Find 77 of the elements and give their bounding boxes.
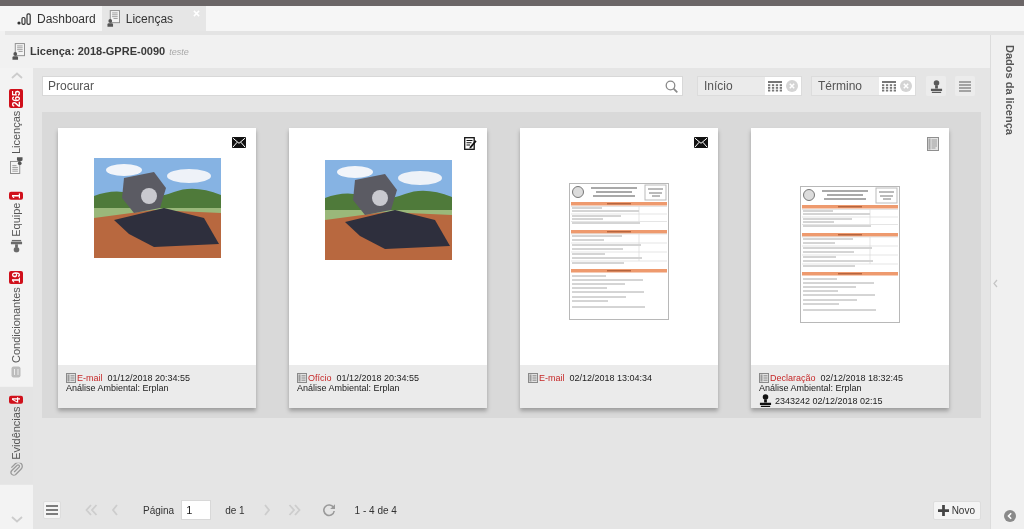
search-field[interactable]: Procurar — [42, 76, 683, 96]
document-card[interactable]: Ofício 01/12/2018 20:34:55 Análise Ambiental: Erplan — [289, 128, 487, 408]
certificate-icon — [10, 157, 23, 175]
panel-title[interactable]: Dados da licença — [1001, 45, 1018, 135]
bar-chart-icon — [17, 12, 31, 25]
double-chevron-left-icon — [84, 503, 98, 517]
menu-button[interactable] — [43, 501, 61, 519]
document-icon — [297, 373, 307, 383]
refresh-icon[interactable] — [321, 503, 336, 517]
page-title: Licença: 2018-GPRE-0090 — [30, 44, 166, 60]
page-count: de 1 — [225, 503, 245, 518]
chevron-right-icon — [262, 503, 271, 517]
calendar-icon — [768, 80, 782, 92]
document-card[interactable]: E-mail 01/12/2018 20:34:55 Análise Ambiental: Erplan — [58, 128, 256, 408]
sidebar-tab[interactable]: Equipe 1 — [0, 183, 33, 262]
document-note: Análise Ambiental: Erplan — [66, 383, 170, 393]
document-icon — [528, 373, 538, 383]
close-icon[interactable] — [193, 10, 201, 17]
new-button[interactable]: Novo — [932, 500, 981, 520]
note-pencil-icon — [464, 137, 477, 150]
document-type: Ofício — [308, 373, 332, 383]
count-badge: 19 — [9, 270, 24, 285]
document-note: Análise Ambiental: Erplan — [297, 383, 401, 393]
stamp-info: 2343242 02/12/2018 02:15 — [775, 395, 883, 406]
document-type: E-mail — [539, 373, 565, 383]
page-field[interactable]: 1 — [181, 500, 212, 520]
sidebar-tab[interactable]: Evidências 4 — [0, 386, 33, 485]
count-badge: 1 — [9, 192, 24, 200]
tab[interactable]: Licenças — [101, 6, 207, 31]
plus-icon — [937, 504, 949, 516]
date-field[interactable]: Término — [811, 76, 879, 96]
chevron-down-icon[interactable] — [10, 515, 23, 523]
envelope-icon — [232, 137, 246, 148]
stamp-icon — [759, 394, 772, 407]
collapse-handle-icon[interactable] — [993, 279, 998, 288]
certificate-icon — [12, 43, 25, 60]
count-badge: 265 — [9, 89, 24, 108]
paperclip-icon — [10, 462, 23, 476]
calendar-button[interactable] — [879, 76, 899, 96]
clear-icon — [786, 80, 798, 92]
sidebar-tab[interactable]: Condicionantes 19 — [0, 261, 33, 387]
document-date: 01/12/2018 20:34:55 — [107, 373, 191, 383]
document-icon — [66, 373, 76, 383]
tile-icon — [11, 365, 22, 378]
stamp-icon — [10, 239, 23, 253]
envelope-icon — [694, 137, 708, 148]
document-card[interactable]: E-mail 02/12/2018 13:04:34 — [520, 128, 718, 408]
clear-icon — [900, 80, 912, 92]
document-type: E-mail — [77, 373, 103, 383]
count-badge: 4 — [9, 395, 24, 404]
chevron-up-icon[interactable] — [10, 71, 23, 79]
date-field[interactable]: Início — [697, 76, 765, 96]
document-date: 02/12/2018 13:04:34 — [569, 373, 653, 383]
menu-icon — [959, 80, 971, 92]
stamp-button[interactable] — [926, 76, 946, 96]
document-icon — [927, 137, 939, 151]
chevron-circle-icon[interactable] — [1003, 510, 1016, 522]
calendar-button[interactable] — [765, 76, 785, 96]
document-card[interactable]: Declaração 02/12/2018 18:32:45 Análise Ambiental: Erplan 2343242 02/12/2018 02:15 — [751, 128, 949, 408]
menu-button[interactable] — [955, 76, 975, 96]
menu-icon — [46, 505, 58, 515]
document-note: Análise Ambiental: Erplan — [759, 383, 863, 393]
search-icon[interactable] — [665, 80, 678, 93]
page-subtitle: teste — [169, 45, 189, 59]
document-date: 02/12/2018 18:32:45 — [820, 373, 904, 383]
double-chevron-right-icon — [287, 503, 302, 517]
sidebar-tab[interactable]: Licenças 265 — [0, 80, 33, 184]
document-icon — [759, 373, 769, 383]
document-date: 01/12/2018 20:34:55 — [336, 373, 420, 383]
page-label: Página — [143, 503, 175, 518]
certificate-icon — [106, 10, 120, 27]
chevron-left-icon — [111, 503, 119, 517]
document-type: Declaração — [770, 373, 816, 383]
tab[interactable]: Dashboard — [12, 6, 102, 31]
stamp-icon — [929, 79, 943, 93]
calendar-icon — [882, 80, 896, 92]
record-range: 1 - 4 de 4 — [354, 503, 397, 518]
